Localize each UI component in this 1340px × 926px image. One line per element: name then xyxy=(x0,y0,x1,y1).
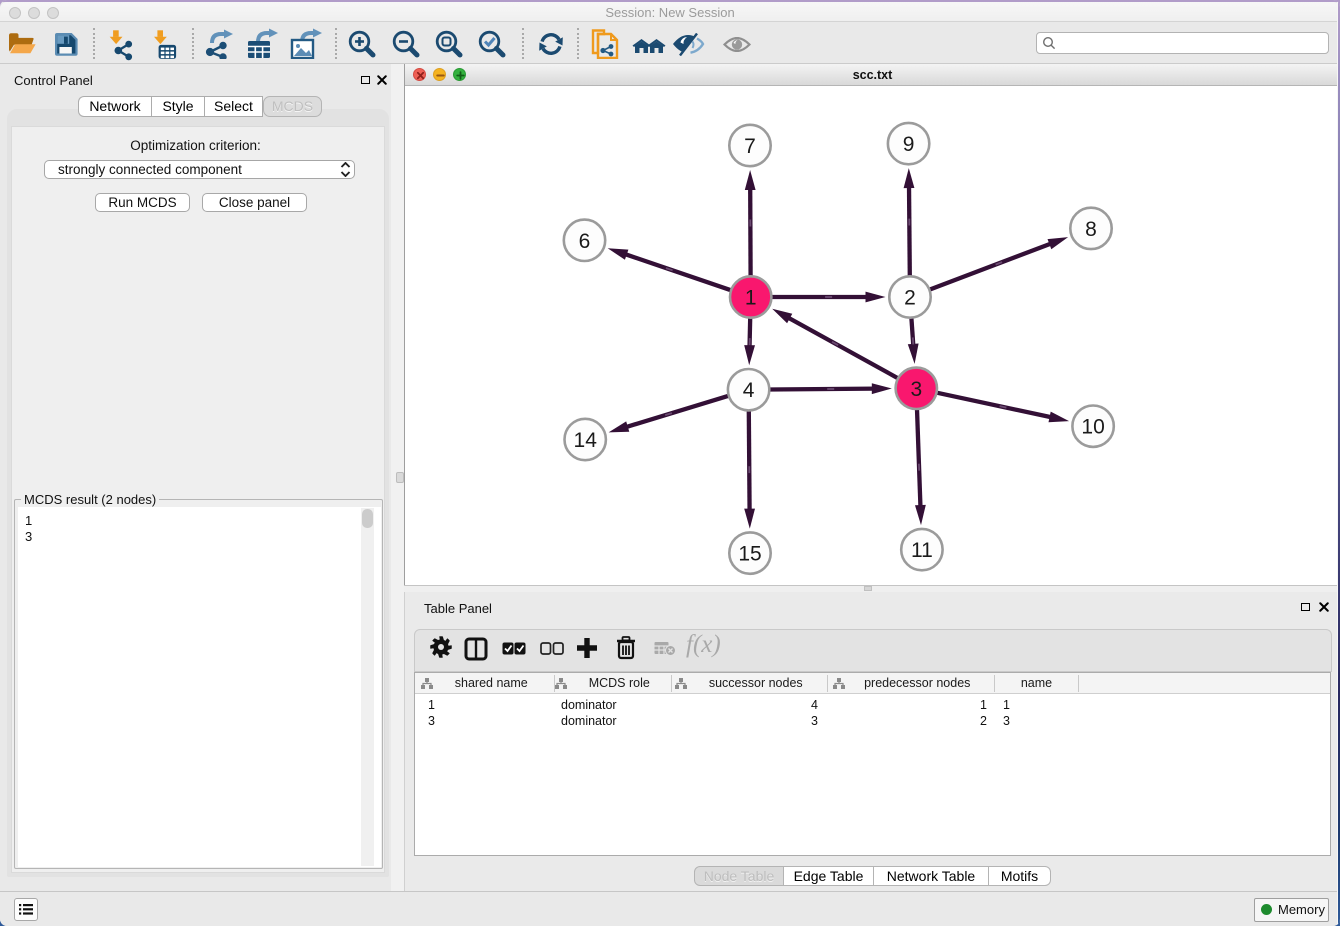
svg-text:7: 7 xyxy=(744,135,756,158)
svg-text:14: 14 xyxy=(574,429,598,452)
svg-text:8: 8 xyxy=(1085,218,1097,241)
svg-text:10: 10 xyxy=(1081,416,1104,439)
svg-text:11: 11 xyxy=(911,539,933,562)
svg-text:15: 15 xyxy=(738,543,761,566)
svg-text:9: 9 xyxy=(903,133,915,156)
svg-text:2: 2 xyxy=(904,287,916,310)
svg-text:1: 1 xyxy=(745,287,757,310)
svg-text:4: 4 xyxy=(743,379,755,402)
svg-text:6: 6 xyxy=(579,230,591,253)
svg-text:3: 3 xyxy=(910,378,922,401)
